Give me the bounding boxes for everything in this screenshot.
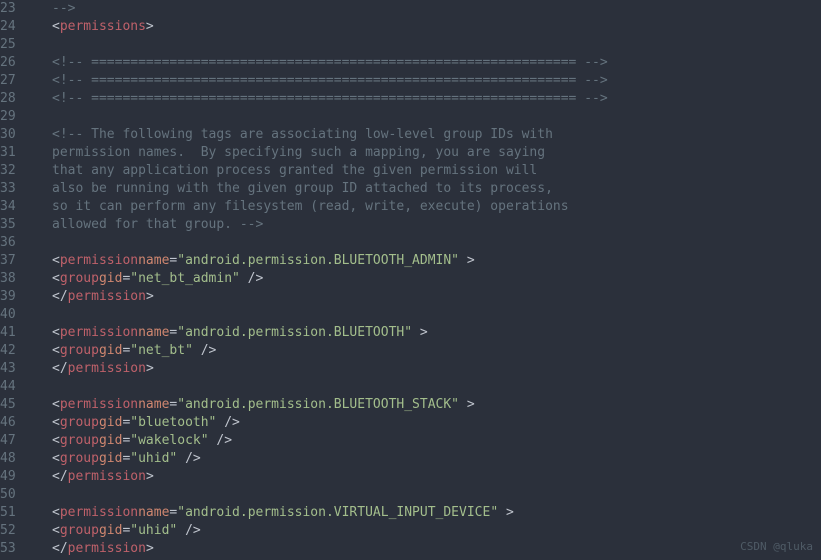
line-number: 26 [0,54,32,72]
line-number: 30 [0,126,32,144]
code-line[interactable] [52,486,608,504]
line-number: 44 [0,378,32,396]
code-line[interactable]: <permission name="android.permission.BLU… [52,324,608,342]
line-number: 47 [0,432,32,450]
code-line[interactable] [52,378,608,396]
code-line[interactable] [52,306,608,324]
line-number: 46 [0,414,32,432]
line-number: 37 [0,252,32,270]
line-number: 49 [0,468,32,486]
line-number: 25 [0,36,32,54]
code-line[interactable]: <!-- ===================================… [52,54,608,72]
line-number: 23 [0,0,32,18]
code-line[interactable]: <!-- ===================================… [52,90,608,108]
line-number: 29 [0,108,32,126]
code-line[interactable]: permission names. By specifying such a m… [52,144,608,162]
line-number: 33 [0,180,32,198]
line-number: 51 [0,504,32,522]
code-line[interactable]: <permissions> [52,18,608,36]
line-number: 24 [0,18,32,36]
code-line[interactable]: <permission name="android.permission.VIR… [52,504,608,522]
code-line[interactable]: --> [52,0,608,18]
line-number: 34 [0,198,32,216]
line-number: 41 [0,324,32,342]
code-area[interactable]: --> <permissions> <!-- =================… [40,0,608,558]
code-line[interactable]: <!-- The following tags are associating … [52,126,608,144]
code-line[interactable]: so it can perform any filesystem (read, … [52,198,608,216]
line-number: 28 [0,90,32,108]
line-number: 31 [0,144,32,162]
code-line[interactable]: <group gid="uhid" /> [52,522,608,540]
line-number: 42 [0,342,32,360]
code-line[interactable] [52,108,608,126]
code-line[interactable]: <group gid="uhid" /> [52,450,608,468]
line-number: 48 [0,450,32,468]
code-line[interactable]: <permission name="android.permission.BLU… [52,396,608,414]
code-line[interactable] [52,36,608,54]
code-line[interactable]: <group gid="net_bt" /> [52,342,608,360]
line-number: 40 [0,306,32,324]
line-number: 43 [0,360,32,378]
code-line[interactable]: </permission> [52,288,608,306]
line-number: 45 [0,396,32,414]
line-number-gutter: 2324252627282930313233343536373839404142… [0,0,40,558]
line-number: 35 [0,216,32,234]
line-number: 32 [0,162,32,180]
code-line[interactable]: <group gid="bluetooth" /> [52,414,608,432]
code-editor[interactable]: 2324252627282930313233343536373839404142… [0,0,821,558]
watermark: CSDN @qluka [740,538,813,556]
line-number: 53 [0,540,32,558]
code-line[interactable]: <permission name="android.permission.BLU… [52,252,608,270]
code-line[interactable]: <group gid="wakelock" /> [52,432,608,450]
code-line[interactable]: </permission> [52,468,608,486]
code-line[interactable]: </permission> [52,540,608,558]
code-line[interactable]: <group gid="net_bt_admin" /> [52,270,608,288]
code-line[interactable]: that any application process granted the… [52,162,608,180]
code-line[interactable]: also be running with the given group ID … [52,180,608,198]
line-number: 38 [0,270,32,288]
line-number: 39 [0,288,32,306]
line-number: 27 [0,72,32,90]
line-number: 50 [0,486,32,504]
code-line[interactable] [52,234,608,252]
line-number: 36 [0,234,32,252]
code-line[interactable]: allowed for that group. --> [52,216,608,234]
code-line[interactable]: <!-- ===================================… [52,72,608,90]
code-line[interactable]: </permission> [52,360,608,378]
line-number: 52 [0,522,32,540]
